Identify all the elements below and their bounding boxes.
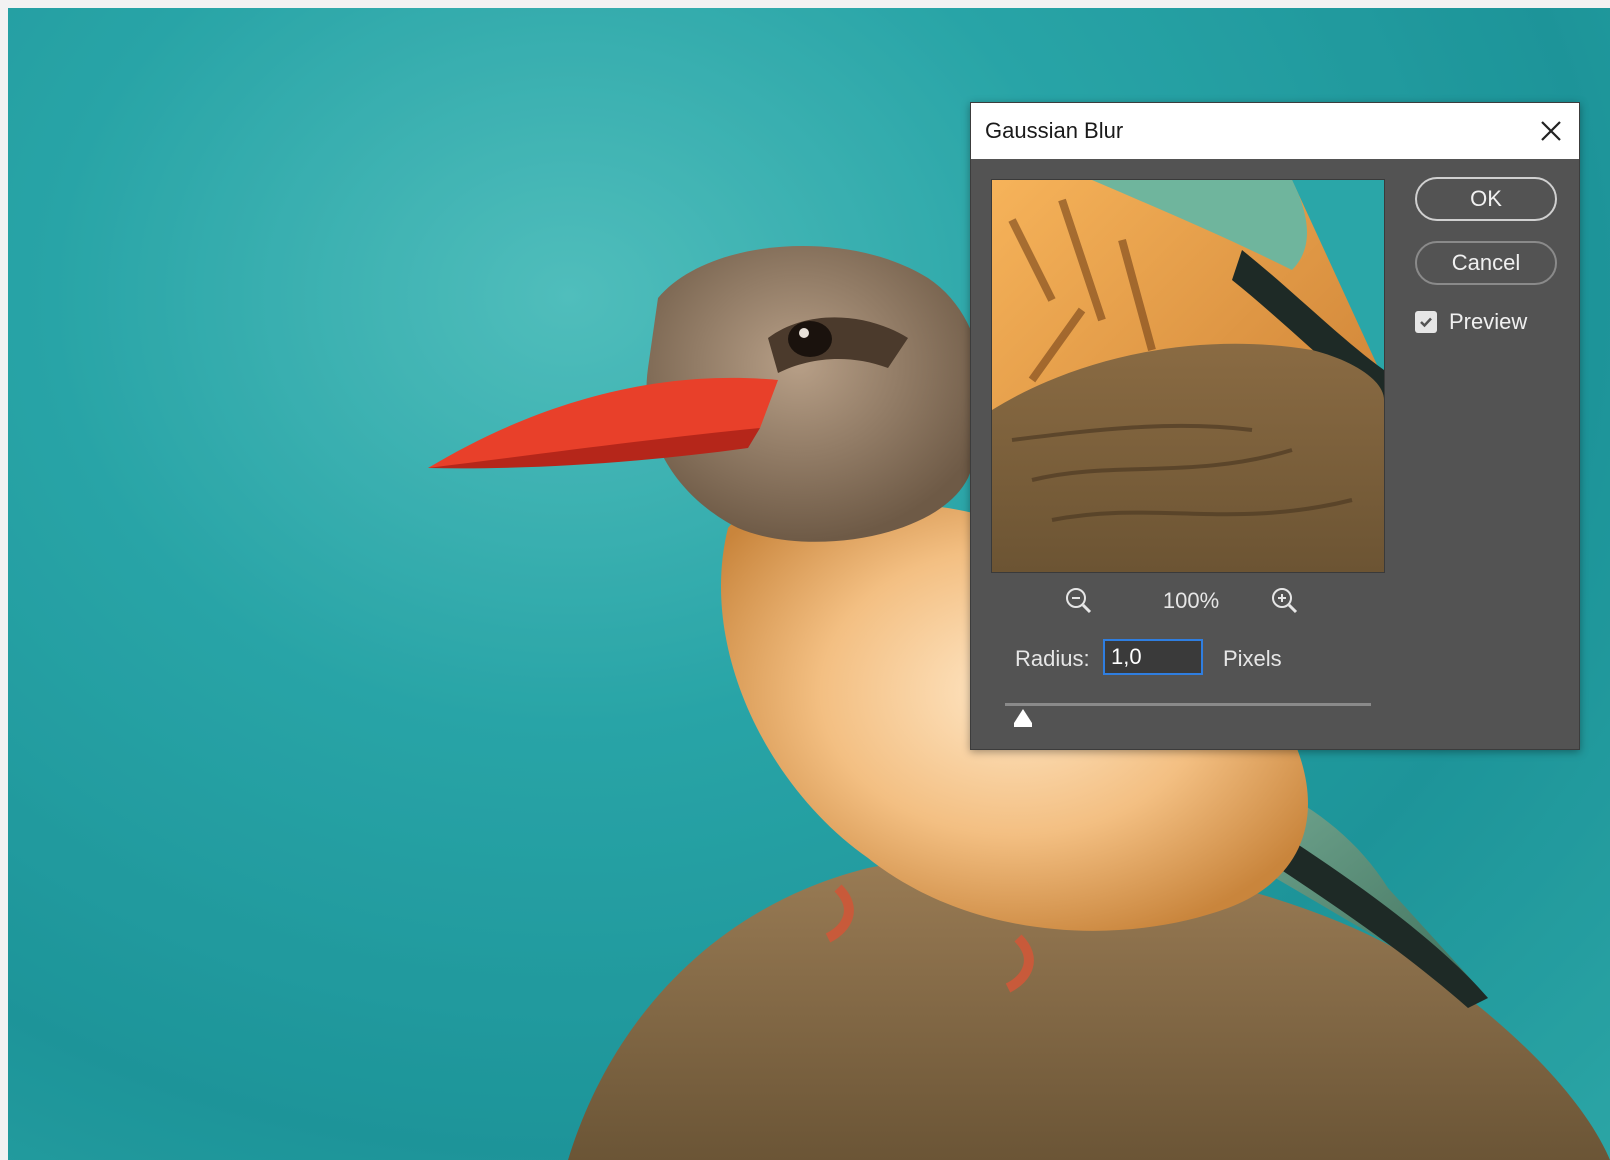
radius-slider[interactable] (1005, 703, 1371, 743)
preview-checkbox[interactable] (1415, 311, 1437, 333)
gaussian-blur-dialog: Gaussian Blur 100% Radius: 1,0 Pixels OK… (970, 102, 1580, 750)
preview-label: Preview (1449, 309, 1528, 334)
zoom-in-icon[interactable] (1267, 583, 1303, 619)
radius-input[interactable] (1103, 639, 1203, 675)
close-icon[interactable] (1533, 113, 1569, 149)
checkmark-icon (1420, 317, 1432, 328)
dialog-title: Gaussian Blur (985, 118, 1124, 143)
preview-image (992, 180, 1384, 572)
preview-checkbox-row[interactable]: Preview (1415, 307, 1527, 337)
slider-thumb[interactable] (1014, 709, 1032, 723)
ok-button[interactable]: OK (1415, 177, 1557, 221)
radius-units: Pixels (1223, 646, 1282, 671)
radius-label: Radius: (1015, 646, 1090, 671)
zoom-out-icon[interactable] (1061, 583, 1097, 619)
blur-preview[interactable] (991, 179, 1385, 573)
slider-thumb-base (1014, 723, 1032, 727)
dialog-titlebar[interactable]: Gaussian Blur (971, 103, 1579, 159)
zoom-level: 100% (1162, 588, 1220, 613)
cancel-button[interactable]: Cancel (1415, 241, 1557, 285)
slider-track (1005, 703, 1371, 706)
